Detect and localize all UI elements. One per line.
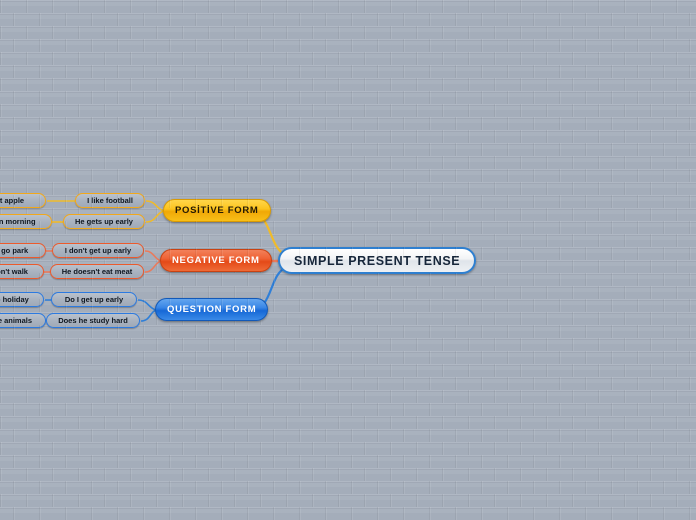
leaf-node-positive-3-label: I run in morning bbox=[0, 217, 36, 226]
leaf-node-question-1-label: Do we go holiday bbox=[0, 295, 29, 304]
branch-node-positive-label: POSİTİVE FORM bbox=[175, 205, 259, 216]
link-leaf-question-1 bbox=[137, 299, 157, 311]
branch-node-negative[interactable]: NEGATIVE FORM bbox=[160, 249, 272, 272]
leaf-node-negative-4[interactable]: He doesn't eat meat bbox=[50, 264, 144, 279]
leaf-node-negative-2-label: I don't get up early bbox=[64, 246, 132, 255]
branch-node-question[interactable]: QUESTION FORM bbox=[155, 298, 269, 321]
leaf-node-positive-3[interactable]: I run in morning bbox=[0, 214, 52, 229]
root-node-label: SIMPLE PRESENT TENSE bbox=[294, 253, 461, 268]
leaf-node-positive-1[interactable]: You eat apple bbox=[0, 193, 46, 208]
leaf-node-question-3[interactable]: Do you like animals bbox=[0, 313, 46, 328]
link-leaf-negative-2 bbox=[144, 260, 162, 273]
mindmap-canvas[interactable]: SIMPLE PRESENT TENSE POSİTİVE FORM You e… bbox=[0, 0, 696, 520]
leaf-node-positive-2-label: I like football bbox=[87, 196, 133, 205]
branch-node-negative-label: NEGATIVE FORM bbox=[172, 255, 260, 266]
leaf-node-negative-2[interactable]: I don't get up early bbox=[52, 243, 144, 258]
branch-node-positive[interactable]: POSİTİVE FORM bbox=[163, 199, 271, 222]
link-leaf-positive-1 bbox=[145, 200, 165, 212]
leaf-node-question-1[interactable]: Do we go holiday bbox=[0, 292, 44, 307]
leaf-node-question-2-label: Do I get up early bbox=[64, 295, 124, 304]
branch-node-question-label: QUESTION FORM bbox=[167, 304, 257, 315]
leaf-node-positive-2[interactable]: I like football bbox=[75, 193, 145, 208]
leaf-node-question-4-label: Does he study hard bbox=[58, 316, 128, 325]
leaf-node-negative-4-label: He doesn't eat meat bbox=[61, 267, 133, 276]
leaf-node-negative-1[interactable]: We don't go park bbox=[0, 243, 46, 258]
leaf-node-negative-3-label: They don't walk bbox=[0, 267, 28, 276]
leaf-node-negative-3[interactable]: They don't walk bbox=[0, 264, 44, 279]
leaf-node-positive-4-label: He gets up early bbox=[75, 217, 133, 226]
link-leaf-negative-1 bbox=[144, 250, 162, 262]
leaf-node-question-2[interactable]: Do I get up early bbox=[51, 292, 137, 307]
leaf-node-positive-4[interactable]: He gets up early bbox=[63, 214, 145, 229]
leaf-node-negative-1-label: We don't go park bbox=[0, 246, 29, 255]
leaf-node-question-4[interactable]: Does he study hard bbox=[46, 313, 140, 328]
leaf-node-question-3-label: Do you like animals bbox=[0, 316, 33, 325]
leaf-node-positive-1-label: You eat apple bbox=[0, 196, 25, 205]
link-leaf-question-2 bbox=[140, 309, 157, 322]
root-node[interactable]: SIMPLE PRESENT TENSE bbox=[278, 247, 477, 274]
link-leaf-positive-2 bbox=[145, 210, 165, 223]
